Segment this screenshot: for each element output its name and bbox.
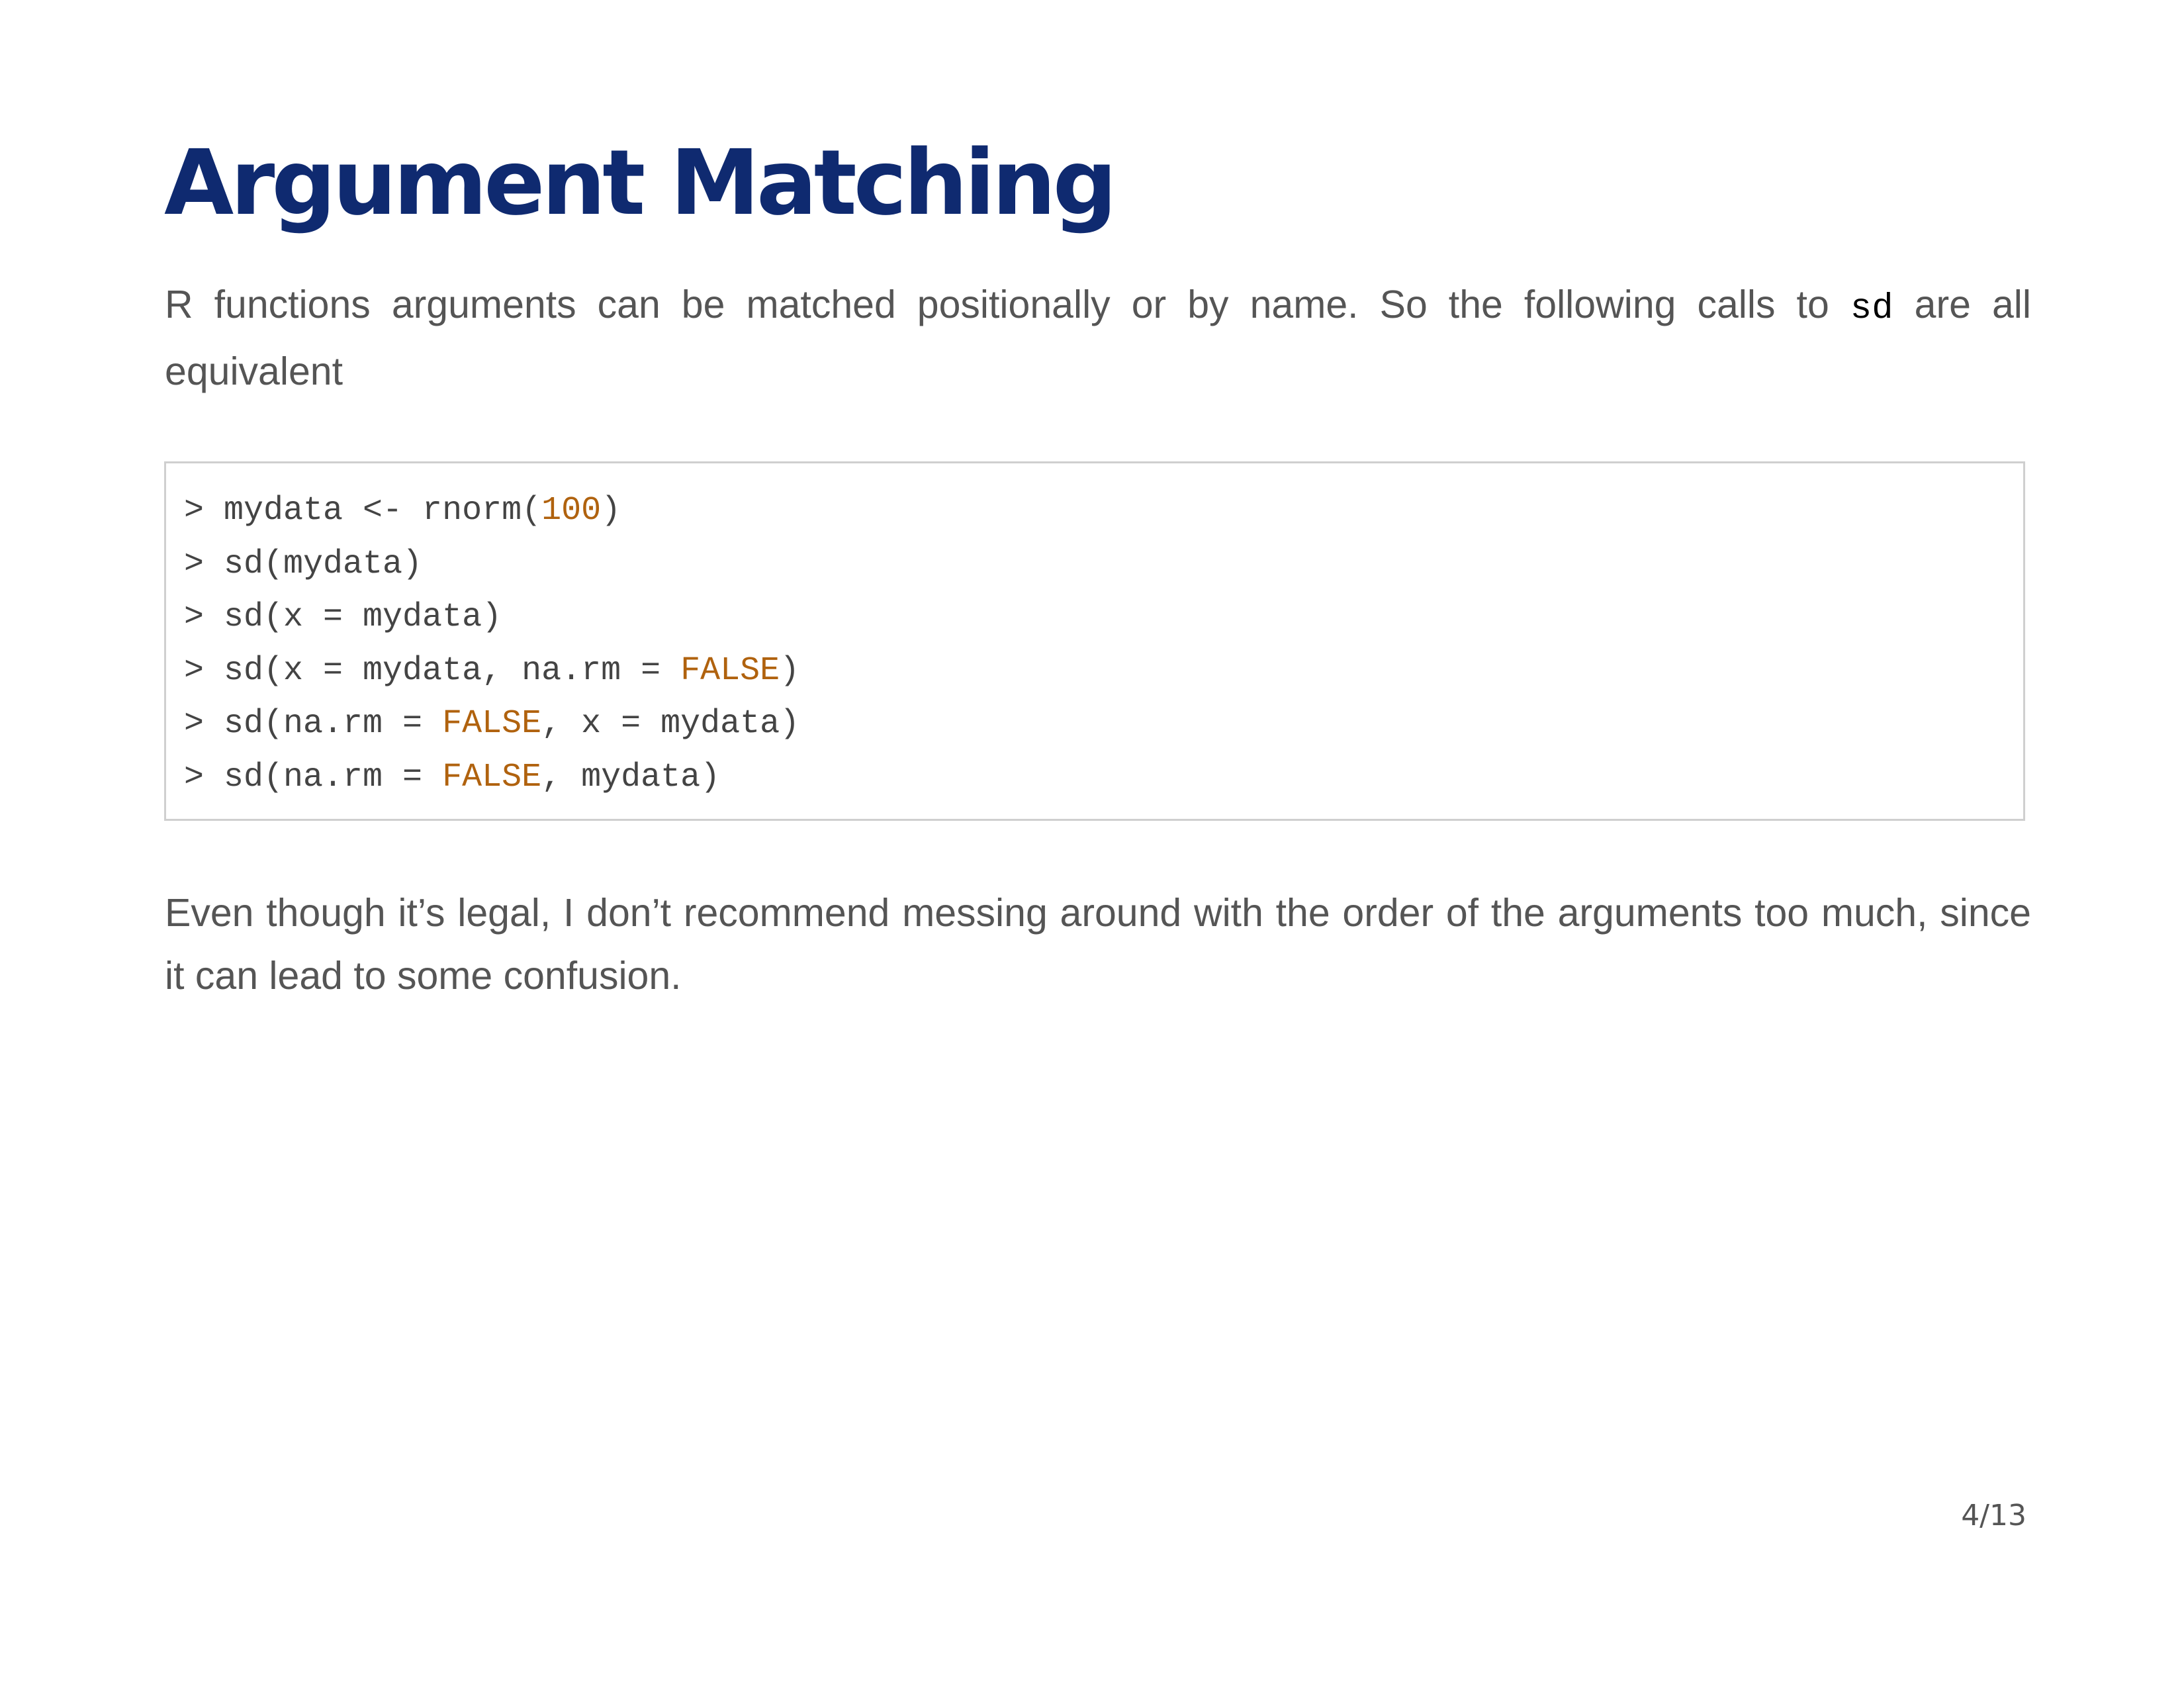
code-line: > sd(x = mydata) (184, 596, 502, 639)
code-number-literal: 100 (541, 492, 602, 530)
code-text: > sd(na.rm = (184, 705, 443, 743)
code-line: > sd(mydata) (184, 543, 422, 586)
code-logical-literal: FALSE (680, 651, 780, 690)
code-text: ) (601, 492, 621, 530)
code-text: > sd(x = mydata, na.rm = (184, 651, 681, 690)
closing-paragraph: Even though it’s legal, I don’t recommen… (165, 891, 2031, 998)
code-logical-literal: FALSE (442, 705, 542, 743)
code-line: > mydata <- rnorm(100) (184, 490, 621, 532)
code-text: > sd(mydata) (184, 545, 423, 583)
code-text: , x = mydata) (541, 705, 800, 743)
code-text: > sd(x = mydata) (184, 598, 502, 636)
code-block: > mydata <- rnorm(100) > sd(mydata) > sd(x… (164, 461, 2025, 821)
code-line: > sd(x = mydata, na.rm = FALSE) (184, 650, 799, 692)
code-text: ) (780, 651, 800, 690)
code-text: , mydata) (541, 758, 721, 796)
code-line: > sd(na.rm = FALSE, mydata) (184, 757, 720, 799)
code-text: > mydata <- rnorm( (184, 492, 542, 530)
code-logical-literal: FALSE (442, 758, 542, 796)
intro-paragraph: R functions arguments can be matched pos… (165, 273, 2031, 403)
page-number: 4/13 (1961, 1499, 2026, 1532)
inline-code-sd: sd (1850, 289, 1893, 329)
code-text: > sd(na.rm = (184, 758, 443, 796)
slide-title: Argument Matching (164, 131, 1117, 236)
intro-text-before: R functions arguments can be matched pos… (165, 283, 1850, 326)
code-line: > sd(na.rm = FALSE, x = mydata) (184, 703, 799, 745)
